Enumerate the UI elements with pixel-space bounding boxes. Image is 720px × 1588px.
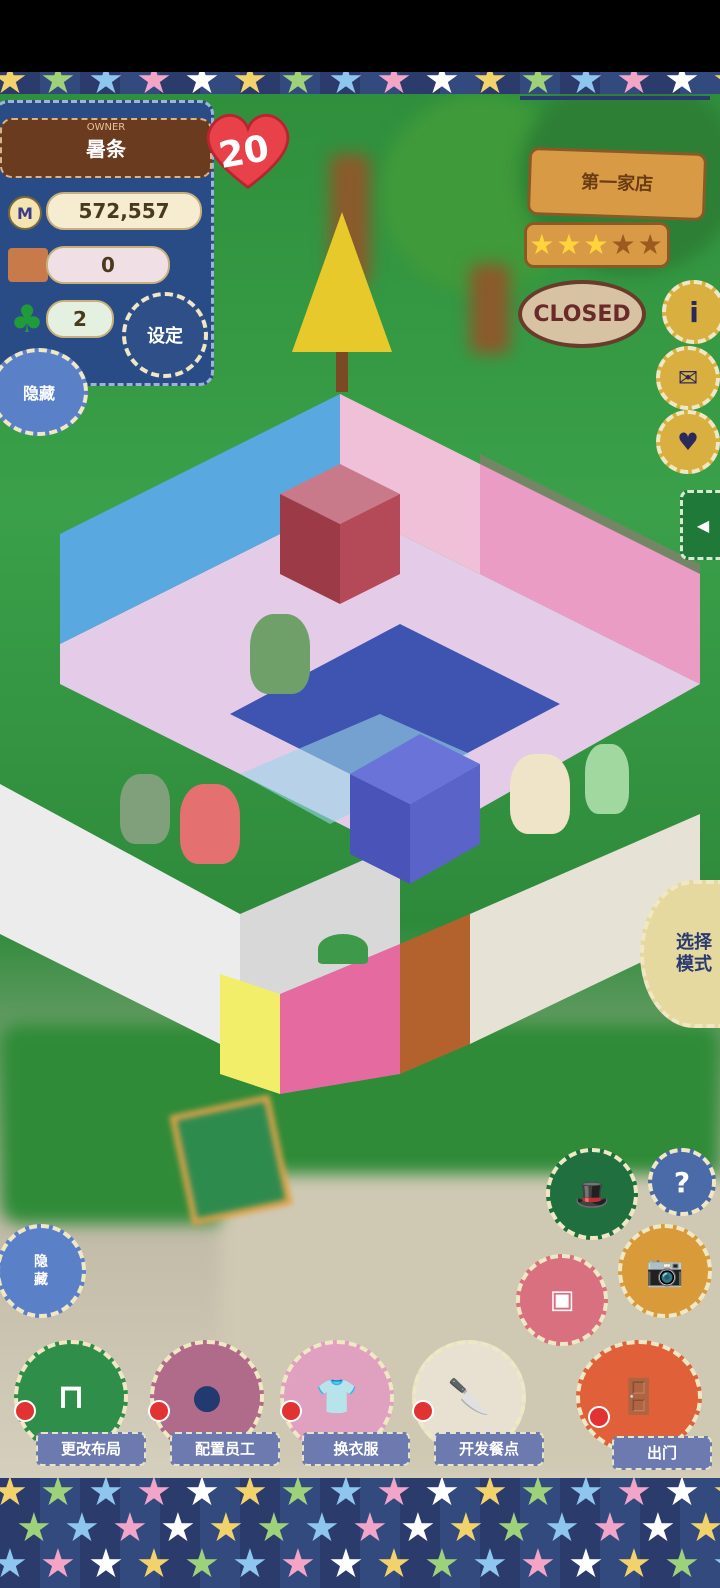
star-icon: ★ [136, 1541, 172, 1587]
bottom-menu: ⊓ 更改布局 ● 配置员工 👕 换衣服 🔪 开发餐点 🚪 出门 [10, 1340, 712, 1478]
star-icon: ★ [184, 72, 220, 94]
table-icon: ⊓ [57, 1377, 85, 1417]
side-panel-toggle[interactable]: ◀ [680, 490, 720, 560]
owner-name: 暑条 [86, 137, 126, 161]
knife-icon: 🔪 [447, 1377, 491, 1417]
shirt-icon: 👕 [315, 1377, 359, 1417]
star-icon: ★ [424, 72, 460, 94]
star-icon: ★ [568, 1541, 604, 1587]
info-button[interactable]: i [662, 280, 720, 344]
star-icon: ★ [184, 1541, 220, 1587]
star-icon: ★ [616, 72, 652, 94]
album-button[interactable]: ▣ [516, 1254, 608, 1346]
star-icon: ★ [376, 72, 412, 94]
pin-icon [14, 1400, 36, 1422]
help-button[interactable]: ? [648, 1148, 716, 1216]
heart-chat-button[interactable]: ♥ [656, 410, 720, 474]
hat-button[interactable]: 🎩 [546, 1148, 638, 1240]
empty-star-icons: ★★ [610, 228, 665, 261]
star-icon: ★ [376, 1541, 412, 1587]
album-icon: ▣ [549, 1285, 575, 1315]
info-icon: i [689, 295, 699, 329]
star-icon: ★ [616, 1541, 652, 1587]
star-icon: ★ [232, 1541, 268, 1587]
star-icon: ★ [280, 1541, 316, 1587]
pin-icon [412, 1400, 434, 1422]
bear-customer[interactable] [180, 784, 240, 864]
hat-icon: 🎩 [574, 1177, 610, 1211]
camera-icon: 📷 [646, 1253, 684, 1289]
shop-name-sign: 第一家店 [526, 146, 708, 222]
assign-staff-label: 配置员工 [170, 1432, 280, 1466]
food-value: 0 [46, 246, 170, 284]
star-icon: ★ [664, 72, 700, 94]
sign-bracket [520, 96, 710, 130]
star-icon: ★ [520, 1541, 556, 1587]
bear-head-icon: ● [192, 1377, 222, 1417]
star-icon: ★ [472, 1541, 508, 1587]
camera-button[interactable]: 📷 [618, 1224, 712, 1318]
star-icon: ★ [520, 72, 556, 94]
star-icons: ★★★ [529, 228, 611, 261]
star-icon: ★ [0, 1541, 28, 1587]
star-icon: ★ [328, 1541, 364, 1587]
pin-icon [588, 1406, 610, 1428]
bottom-star-border: ★ ★ ★ ★ ★ ★ ★ ★ ★ ★ ★ ★ ★ ★ ★ ★ ★ ★ ★ ★ ★ ★ ★ ★ ★ ★ ★ ★ ★ ★ ★ ★ ★ ★ ★ ★ ★ ★ ★ ★… [0, 1478, 720, 1588]
status-bar [0, 0, 720, 72]
owner-caption: OWNER [86, 122, 126, 133]
star-icon: ★ [40, 72, 76, 94]
bear-staff[interactable] [585, 744, 629, 814]
star-icon: ★ [424, 1541, 460, 1587]
star-icon: ★ [712, 1544, 720, 1584]
shop-status-sign[interactable]: CLOSED [518, 280, 646, 348]
food-basket-icon [8, 248, 48, 282]
pin-icon [148, 1400, 170, 1422]
owner-nameplate: OWNER 暑条 [0, 118, 212, 178]
clover-value: 2 [46, 300, 114, 338]
golden-tree [292, 212, 392, 392]
money-value: 572,557 [46, 192, 202, 230]
develop-menu-label: 开发餐点 [434, 1432, 544, 1466]
settings-button[interactable]: 设定 [122, 292, 208, 378]
change-layout-label: 更改布局 [36, 1432, 146, 1466]
heart-chat-icon: ♥ [677, 428, 699, 456]
hide-menu-button[interactable]: 隐 藏 [0, 1224, 86, 1318]
shop-rating: ★★★★★ [524, 222, 670, 268]
star-icon: ★ [712, 72, 720, 94]
mushroom-decor [318, 934, 368, 964]
star-icon: ★ [88, 1541, 124, 1587]
star-icon: ★ [232, 72, 268, 94]
star-icon: ★ [88, 72, 124, 94]
bear-staff[interactable] [250, 614, 310, 694]
star-icon: ★ [664, 1541, 700, 1587]
star-icon: ★ [568, 72, 604, 94]
star-icon: ★ [0, 72, 28, 94]
change-clothes-label: 换衣服 [302, 1432, 410, 1466]
hide-hud-label: 隐藏 [22, 384, 55, 403]
star-icon: ★ [280, 72, 316, 94]
chevron-left-icon: ◀ [696, 515, 710, 535]
book-button[interactable]: ✉ [656, 346, 720, 410]
hide-menu-label: 隐 藏 [34, 1254, 48, 1288]
door-icon: 🚪 [617, 1377, 661, 1417]
coin-icon: M [8, 196, 42, 230]
question-icon: ? [673, 1165, 691, 1199]
star-icon: ★ [136, 72, 172, 94]
clover-icon: ♣ [10, 297, 45, 341]
book-icon: ✉ [677, 364, 699, 392]
star-icon: ★ [328, 72, 364, 94]
go-out-label: 出门 [612, 1436, 712, 1470]
top-star-border: ★ ★ ★ ★ ★ ★ ★ ★ ★ ★ ★ ★ ★ ★ ★ ★ [0, 72, 720, 94]
restaurant-room [0, 394, 700, 1094]
bear-staff[interactable] [510, 754, 570, 834]
star-icon: ★ [40, 1541, 76, 1587]
star-icon: ★ [472, 72, 508, 94]
pin-icon [280, 1400, 302, 1422]
bear-customer[interactable] [120, 774, 170, 844]
